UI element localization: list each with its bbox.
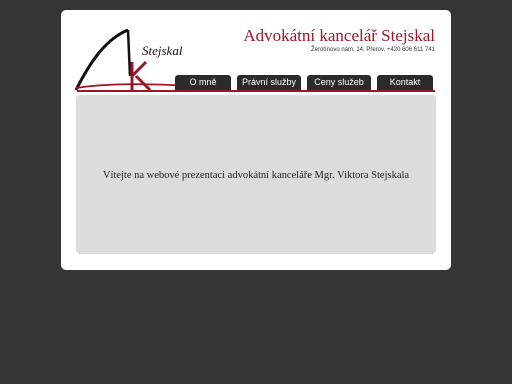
logo-letter-a-stroke [126, 29, 132, 77]
nav-item-o-mne[interactable]: O mně [175, 75, 231, 90]
site-title: Advokátní kancelář Stejskal [243, 26, 435, 45]
logo-script-text: Stejskal [142, 43, 183, 58]
nav-item-pravni-sluzby[interactable]: Právní služby [237, 75, 301, 90]
logo-arch [74, 28, 129, 91]
nav-item-ceny-sluzeb[interactable]: Ceny služeb [307, 75, 371, 90]
content-panel: Vítejte na webové prezentaci advokátní k… [76, 95, 436, 254]
logo-letter-k [130, 60, 152, 92]
nav-item-kontakt[interactable]: Kontakt [377, 75, 433, 90]
header-divider [77, 90, 435, 92]
welcome-text: Vítejte na webové prezentaci advokátní k… [102, 170, 410, 181]
site-address: Žerotínovo nám. 14, Přerov, +420 606 611… [310, 47, 435, 53]
page-card: Stejskal Advokátní kancelář Stejskal Žer… [61, 10, 451, 270]
